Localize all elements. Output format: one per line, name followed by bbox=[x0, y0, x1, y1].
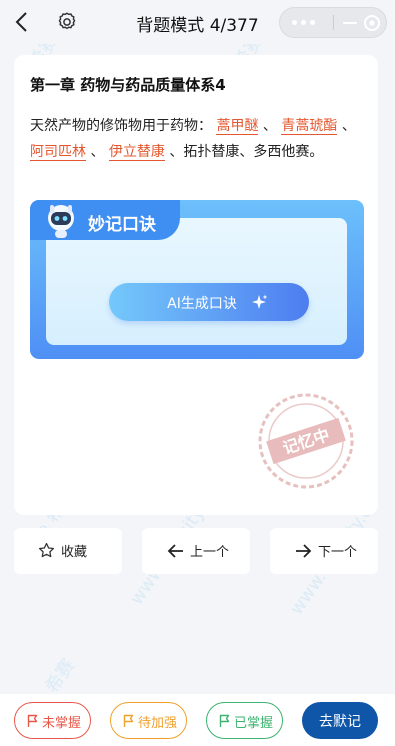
answer-blank-4[interactable]: 伊立替康 bbox=[108, 144, 165, 161]
question-text: 天然产物的修饰物用于药物： 蒿甲醚 、 青蒿琥酯 、 阿司匹林 、 伊立替康 、… bbox=[30, 113, 366, 165]
not-mastered-button[interactable]: 未掌握 bbox=[14, 702, 91, 739]
answer-blank-3[interactable]: 阿司匹林 bbox=[30, 144, 86, 161]
top-nav-bar: 背题模式 4/377 bbox=[0, 0, 395, 44]
chapter-title: 第一章 药物与药品质量体系4 bbox=[30, 76, 226, 94]
prev-label: 上一个 bbox=[190, 545, 230, 560]
miniprogram-capsule bbox=[279, 7, 387, 38]
mnemonic-tab: 妙记口诀 bbox=[30, 200, 180, 240]
go-recite-button[interactable]: 去默记 bbox=[302, 702, 378, 739]
flag-icon bbox=[123, 714, 134, 727]
mnemonic-panel: AI生成口诀 妙记口诀 bbox=[30, 200, 364, 359]
flag-icon bbox=[219, 714, 230, 727]
mastered-label: 已掌握 bbox=[234, 716, 274, 731]
question-prefix: 天然产物的修饰物用于药物： bbox=[30, 118, 212, 134]
not-mastered-label: 未掌握 bbox=[42, 716, 82, 731]
mastered-button[interactable]: 已掌握 bbox=[206, 702, 283, 739]
more-dots-icon[interactable] bbox=[280, 8, 334, 37]
separator: 、 bbox=[90, 144, 105, 160]
answer-blank-2[interactable]: 青蒿琥酯 bbox=[281, 118, 338, 135]
answer-blank-1[interactable]: 蒿甲醚 bbox=[216, 118, 259, 135]
memorizing-stamp: 记忆中 bbox=[258, 393, 354, 489]
question-suffix: 拓扑替康、多西他赛。 bbox=[183, 144, 324, 160]
minimize-icon[interactable] bbox=[334, 8, 361, 37]
bottom-bar: 未掌握 待加强 已掌握 去默记 bbox=[0, 694, 395, 746]
robot-mascot-icon bbox=[48, 205, 74, 238]
flag-icon bbox=[27, 714, 38, 727]
to-strengthen-label: 待加强 bbox=[138, 716, 178, 731]
star-icon bbox=[38, 542, 55, 558]
separator: 、 bbox=[341, 118, 356, 134]
separator: 、 bbox=[169, 144, 184, 160]
mnemonic-title: 妙记口诀 bbox=[88, 215, 156, 235]
arrow-left-icon bbox=[167, 544, 183, 558]
favorite-label: 收藏 bbox=[61, 545, 88, 560]
ai-generate-button[interactable]: AI生成口诀 bbox=[109, 283, 309, 321]
to-strengthen-button[interactable]: 待加强 bbox=[110, 702, 187, 739]
close-circle-icon[interactable] bbox=[360, 8, 387, 37]
sparkle-icon bbox=[252, 294, 268, 309]
go-recite-label: 去默记 bbox=[319, 714, 361, 730]
prev-button[interactable]: 上一个 bbox=[142, 528, 250, 574]
favorite-button[interactable]: 收藏 bbox=[14, 528, 122, 574]
next-button[interactable]: 下一个 bbox=[270, 528, 378, 574]
question-card: 第一章 药物与药品质量体系4 天然产物的修饰物用于药物： 蒿甲醚 、 青蒿琥酯 … bbox=[14, 55, 378, 515]
arrow-right-icon bbox=[296, 544, 312, 558]
next-label: 下一个 bbox=[318, 545, 358, 560]
separator: 、 bbox=[262, 118, 277, 134]
